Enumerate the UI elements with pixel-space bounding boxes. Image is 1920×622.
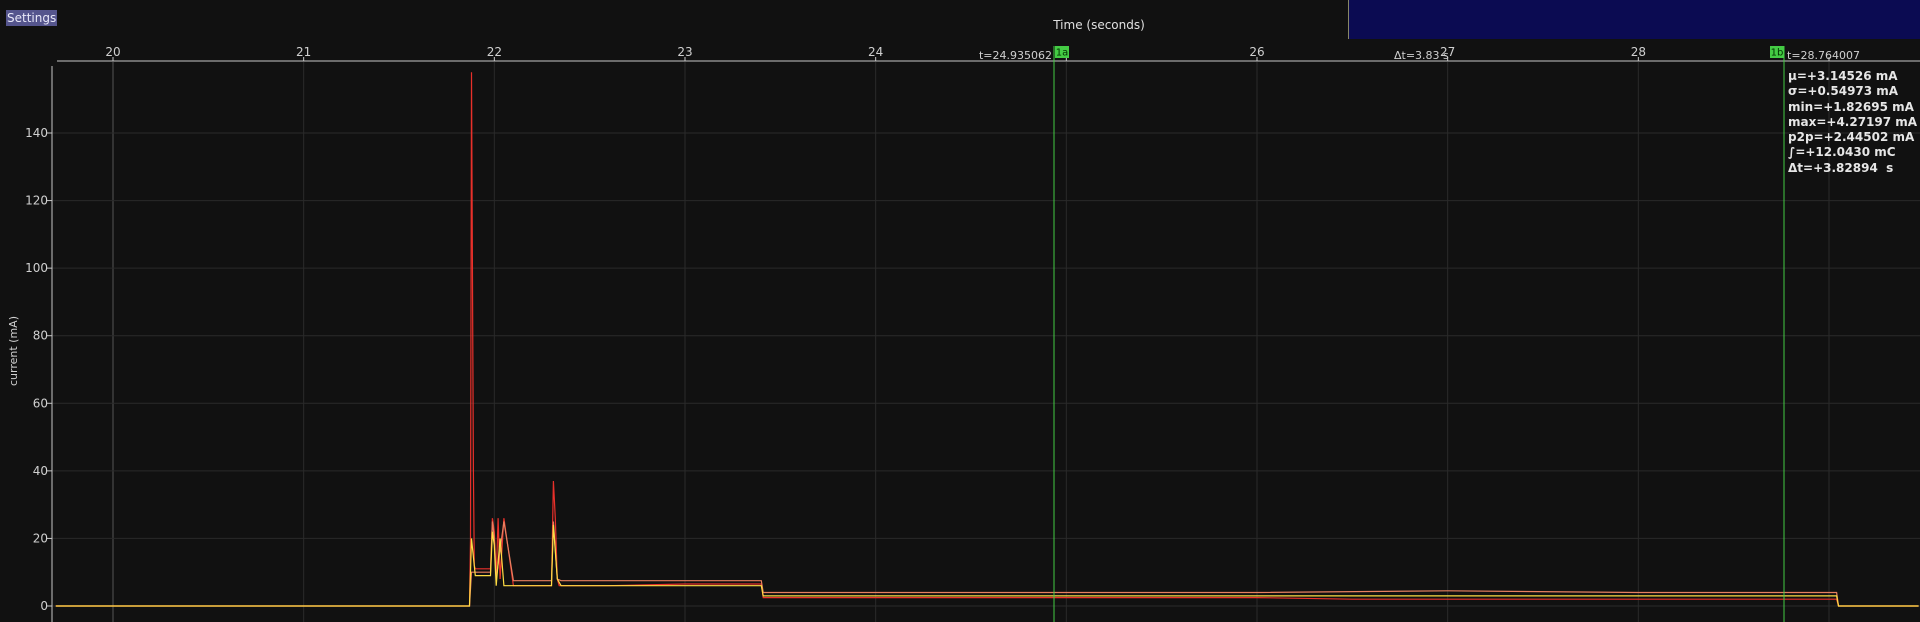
- app-window: Settings 1a 1b 20 21 22 23 24 26 27 28 0 20 40 60 80 1…: [0, 0, 1920, 622]
- grid-layer: [52, 62, 1920, 622]
- marker-flag-label: 1b: [1771, 48, 1784, 59]
- x-axis-label: Time (seconds): [1052, 18, 1145, 32]
- x-tick-label: 21: [296, 45, 311, 59]
- y-tick-label: 20: [33, 531, 48, 545]
- x-tick-label: 23: [677, 45, 692, 59]
- x-tick-label: 22: [487, 45, 502, 59]
- y-tick-label: 80: [33, 329, 48, 343]
- series-line-2: [55, 524, 1919, 607]
- marker-flag-label: 1a: [1056, 48, 1069, 59]
- x-tick-label: 20: [105, 45, 120, 59]
- stat-line: Δt=+3.82894 s: [1788, 160, 1894, 175]
- statistics-panel: μ=+3.14526 mA σ=+0.54973 mA min=+1.82695 m…: [1788, 69, 1917, 176]
- series-line-1: [55, 521, 1919, 607]
- stat-line: min=+1.82695 mA: [1788, 99, 1914, 114]
- marker-flag-1b[interactable]: 1b: [1770, 46, 1784, 59]
- delta-time-label: Δt=3.83 s: [1394, 49, 1449, 62]
- stat-line: max=+4.27197 mA: [1788, 114, 1918, 129]
- axis-layer: [47, 57, 1920, 622]
- stat-line: p2p=+2.44502 mA: [1788, 130, 1915, 145]
- x-tick-label: 26: [1249, 45, 1264, 59]
- x-tick-label: 24: [868, 45, 883, 59]
- marker-layer[interactable]: 1a 1b: [1053, 46, 1785, 622]
- stat-line: μ=+3.14526 mA: [1788, 69, 1898, 83]
- y-tick-label: 140: [25, 126, 48, 140]
- stat-line: ∫=+12.0430 mC: [1788, 145, 1896, 160]
- marker-readout-1b: t=28.764007: [1787, 49, 1860, 62]
- current-chart[interactable]: 1a 1b 20 21 22 23 24 26 27 28020406080100120140T…: [0, 0, 1920, 622]
- label-layer: 20 21 22 23 24 26 27 28020406080100120140Time (…: [7, 18, 1860, 613]
- y-tick-label: 40: [33, 464, 48, 478]
- marker-readout-1a: t=24.935062: [979, 49, 1052, 62]
- y-tick-label: 60: [33, 396, 48, 410]
- series-line-0: [55, 72, 1919, 607]
- y-axis-label: current (mA): [7, 316, 20, 386]
- y-tick-label: 0: [40, 599, 48, 613]
- y-tick-label: 120: [25, 194, 48, 208]
- y-tick-label: 100: [25, 261, 48, 275]
- stat-line: σ=+0.54973 mA: [1788, 84, 1899, 99]
- x-tick-label: 28: [1631, 45, 1646, 59]
- marker-flag-1a[interactable]: 1a: [1055, 46, 1069, 59]
- series-layer: [55, 72, 1919, 607]
